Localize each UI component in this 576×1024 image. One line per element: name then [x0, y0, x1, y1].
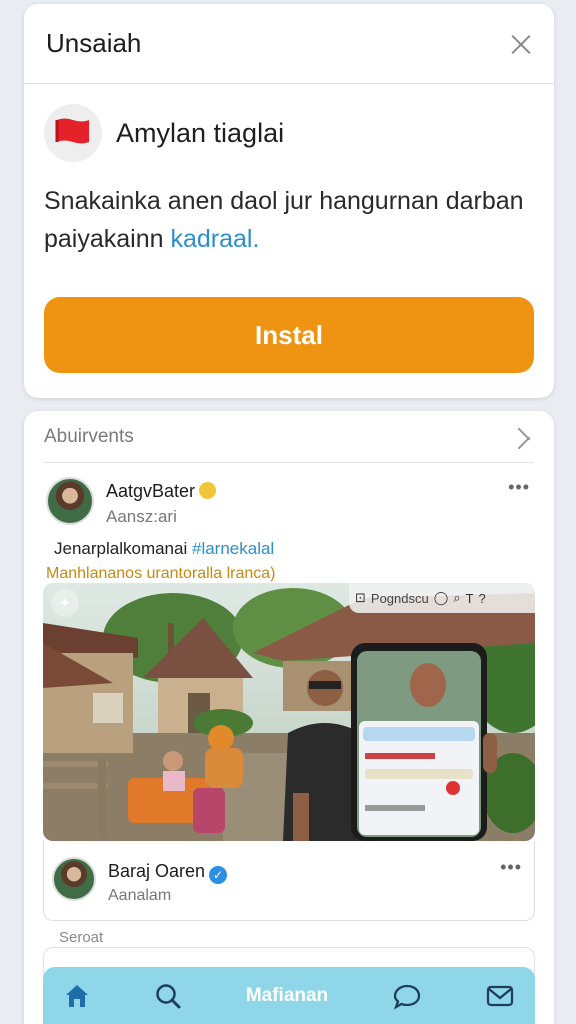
- close-icon[interactable]: [510, 33, 532, 55]
- expand-icon[interactable]: ✦: [51, 589, 79, 617]
- description-link[interactable]: kadraal.: [170, 225, 259, 253]
- nav-label[interactable]: Mafianan: [246, 985, 328, 1007]
- post-text: Jenarplalkomanai #larnekalal: [54, 539, 554, 559]
- photo-toolbar-label: Pogndscu: [370, 590, 429, 606]
- avatar[interactable]: [46, 477, 94, 525]
- app-row: Amylan tiaglai: [24, 84, 554, 162]
- dialog-header: Unsaiah: [24, 4, 554, 84]
- photo-toolbar: ⊡ Pogndscu ◯ ⌕ T ?: [349, 583, 535, 613]
- feed-header: Abuirvents: [44, 411, 534, 463]
- description-line-2: paiyakainn: [44, 225, 164, 253]
- village-photo-illustration: [43, 583, 535, 841]
- post-author-name: AatgvBater: [106, 481, 196, 501]
- verified-check-icon: ✓: [209, 866, 228, 884]
- help-icon[interactable]: ?: [479, 591, 486, 606]
- feed-title: Abuirvents: [44, 425, 134, 447]
- post-text-plain: Jenarplalkomanai: [54, 539, 188, 558]
- install-dialog: Unsaiah Amylan tiaglai Snakainka anen da…: [24, 4, 554, 398]
- red-flag-icon: [44, 104, 102, 162]
- avatar[interactable]: [52, 857, 96, 901]
- post-handle: Aansz:ari: [106, 507, 177, 526]
- bottom-navigation: Mafianan: [43, 967, 535, 1024]
- chat-bubble-icon[interactable]: [392, 982, 422, 1010]
- image-icon[interactable]: ⊡: [355, 590, 366, 606]
- post-subtext: Manhlananos urantoralla lranca): [46, 565, 276, 582]
- section-label: Seroat: [59, 929, 104, 946]
- more-options-icon[interactable]: •••: [500, 857, 522, 878]
- post-photo[interactable]: ✦ ⊡ Pogndscu ◯ ⌕ T ?: [43, 583, 535, 841]
- emoji-icon: [199, 482, 217, 499]
- embedded-profile[interactable]: Baraj Oaren ✓ Aanalam •••: [43, 841, 535, 921]
- mail-icon[interactable]: [485, 983, 515, 1009]
- embed-author: Baraj Oaren ✓: [108, 861, 228, 884]
- post-header: AatgvBater Aansz:ari •••: [24, 475, 554, 537]
- dialog-title: Unsaiah: [46, 28, 142, 58]
- post-author[interactable]: AatgvBater: [106, 481, 217, 502]
- app-description: Snakainka anen daol jur hangurnan darban…: [24, 162, 554, 258]
- embed-handle: Aanalam: [108, 887, 172, 904]
- chevron-right-icon[interactable]: [516, 430, 530, 444]
- embed-author-name: Baraj Oaren: [108, 861, 206, 881]
- app-name: Amylan tiaglai: [116, 117, 285, 148]
- feed-panel: Abuirvents AatgvBater Aansz:ari ••• Jena…: [24, 411, 554, 1024]
- home-icon[interactable]: [63, 983, 91, 1009]
- text-icon[interactable]: T: [466, 591, 474, 606]
- search-icon[interactable]: [154, 982, 182, 1010]
- chat-icon[interactable]: ◯: [434, 590, 449, 606]
- description-line-1: Snakainka anen daol jur hangurnan darban: [44, 187, 524, 215]
- install-button[interactable]: Instal: [44, 297, 534, 373]
- more-options-icon[interactable]: •••: [508, 477, 530, 498]
- search-icon[interactable]: ⌕: [453, 590, 460, 606]
- post-hashtag[interactable]: #larnekalal: [192, 539, 274, 558]
